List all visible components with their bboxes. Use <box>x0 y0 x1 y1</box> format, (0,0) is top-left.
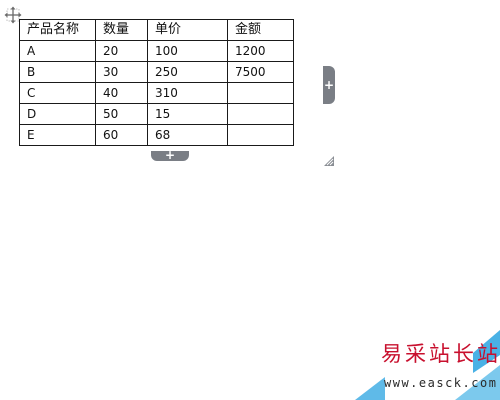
table-cell[interactable] <box>227 124 294 146</box>
table-row: B 30 250 7500 <box>19 61 294 83</box>
plus-icon: + <box>164 148 176 162</box>
table-cell[interactable]: C <box>19 82 96 104</box>
watermark-url: www.easck.com <box>384 376 498 390</box>
watermark-title: 易采站长站 <box>381 342 500 366</box>
data-table: 产品名称 数量 单价 金额 A 20 100 1200 B 30 250 7500 C 40 310 D 50 1… <box>19 19 294 146</box>
table-cell[interactable] <box>227 82 294 104</box>
table-cell[interactable]: B <box>19 61 96 83</box>
table-cell[interactable]: 30 <box>95 61 148 83</box>
table-header-row: 产品名称 数量 单价 金额 <box>19 19 294 41</box>
table-cell[interactable]: 1200 <box>227 40 294 62</box>
plus-icon: + <box>323 78 335 92</box>
table-header-cell[interactable]: 单价 <box>147 19 228 41</box>
table-resize-handle[interactable] <box>324 151 334 166</box>
add-column-button[interactable]: + <box>323 66 335 104</box>
table-cell[interactable]: 310 <box>147 82 228 104</box>
table-cell[interactable]: 7500 <box>227 61 294 83</box>
table-cell[interactable]: E <box>19 124 96 146</box>
table-cell[interactable]: 250 <box>147 61 228 83</box>
table-header-cell[interactable]: 产品名称 <box>19 19 96 41</box>
table-header-cell[interactable]: 金额 <box>227 19 294 41</box>
table-row: A 20 100 1200 <box>19 40 294 62</box>
table-row: E 60 68 <box>19 124 294 146</box>
table-cell[interactable]: D <box>19 103 96 125</box>
add-row-button[interactable]: + <box>151 148 189 162</box>
table-cell[interactable]: 60 <box>95 124 148 146</box>
table-header-cell[interactable]: 数量 <box>95 19 148 41</box>
table-cell[interactable]: A <box>19 40 96 62</box>
table-cell[interactable]: 20 <box>95 40 148 62</box>
document-page: 产品名称 数量 单价 金额 A 20 100 1200 B 30 250 7500 C 40 310 D 50 1… <box>0 0 500 400</box>
table-cell[interactable]: 15 <box>147 103 228 125</box>
resize-icon <box>324 156 334 166</box>
table-cell[interactable]: 100 <box>147 40 228 62</box>
table-cell[interactable]: 40 <box>95 82 148 104</box>
table-cell[interactable]: 68 <box>147 124 228 146</box>
table-cell[interactable] <box>227 103 294 125</box>
table-cell[interactable]: 50 <box>95 103 148 125</box>
table-row: D 50 15 <box>19 103 294 125</box>
table-row: C 40 310 <box>19 82 294 104</box>
